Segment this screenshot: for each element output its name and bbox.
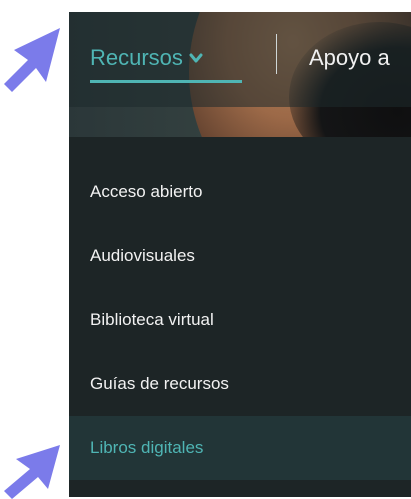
nav-divider [276,34,277,74]
navigation-panel: Recursos Apoyo a Acceso abierto Audiovis… [69,12,411,497]
menu-item-biblioteca-virtual[interactable]: Biblioteca virtual [69,288,411,352]
menu-item-libros-digitales[interactable]: Libros digitales [69,416,411,480]
menu-item-audiovisuales[interactable]: Audiovisuales [69,224,411,288]
menu-item-guias-de-recursos[interactable]: Guías de recursos [69,352,411,416]
pointer-arrow-icon [4,445,60,499]
nav-resources-link[interactable]: Recursos [90,45,203,71]
nav-apoyo-link[interactable]: Apoyo a [309,45,390,71]
pointer-arrow-icon [4,28,60,92]
nav-resources-label: Recursos [90,45,183,70]
nav-active-underline [90,80,242,83]
resources-dropdown-menu: Acceso abierto Audiovisuales Biblioteca … [69,160,411,480]
menu-item-acceso-abierto[interactable]: Acceso abierto [69,160,411,224]
chevron-down-icon [189,53,203,63]
hero-image [69,12,411,137]
